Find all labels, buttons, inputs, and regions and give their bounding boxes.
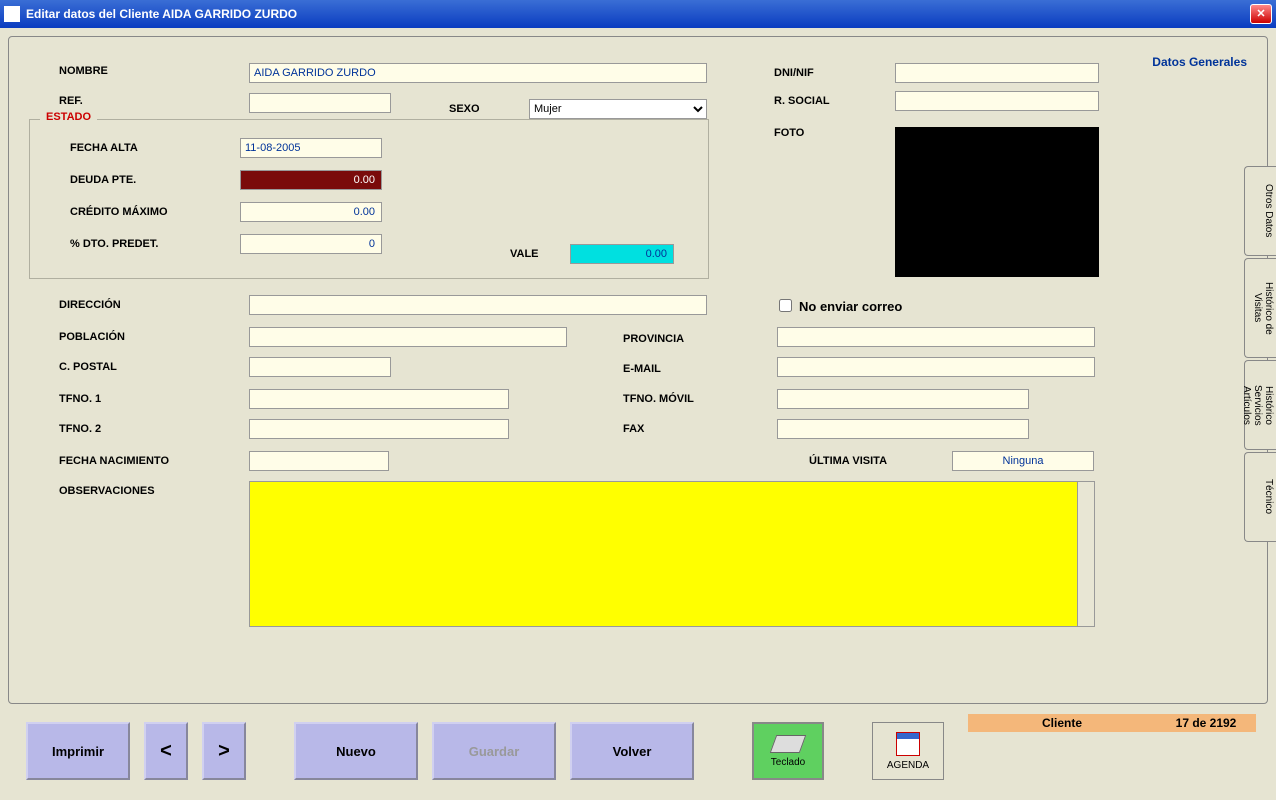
print-button[interactable]: Imprimir (26, 722, 130, 780)
keyboard-label: Teclado (771, 757, 805, 768)
agenda-button[interactable]: AGENDA (872, 722, 944, 780)
label-dto: % DTO. PREDET. (70, 238, 240, 250)
label-tfno2: TFNO. 2 (59, 423, 101, 435)
save-button[interactable]: Guardar (432, 722, 556, 780)
main-panel: Datos Generales NOMBRE DNI/NIF REF. SEXO… (8, 36, 1268, 704)
label-email: E-MAIL (623, 363, 661, 375)
bottom-bar: Cliente 17 de 2192 Imprimir < > Nuevo Gu… (8, 714, 1268, 792)
label-tfnomovil: TFNO. MÓVIL (623, 393, 694, 405)
label-nombre: NOMBRE (59, 65, 229, 77)
app-icon (4, 6, 20, 22)
input-cpostal[interactable] (249, 357, 391, 377)
input-dto[interactable] (240, 234, 382, 254)
new-button[interactable]: Nuevo (294, 722, 418, 780)
input-rsocial[interactable] (895, 91, 1099, 111)
value-ultima-visita: Ninguna (952, 451, 1094, 471)
label-foto: FOTO (774, 127, 804, 139)
label-cpostal: C. POSTAL (59, 361, 117, 373)
side-tabs: Otros Datos Histórico de Visitas Históri… (1244, 166, 1276, 544)
input-tfno1[interactable] (249, 389, 509, 409)
label-fecha-alta: FECHA ALTA (70, 142, 240, 154)
tab-historico-visitas[interactable]: Histórico de Visitas (1244, 258, 1276, 358)
estado-fieldset: ESTADO FECHA ALTA DEUDA PTE. CRÉDITO MÁX… (29, 119, 709, 279)
input-tfno2[interactable] (249, 419, 509, 439)
tab-otros-datos[interactable]: Otros Datos (1244, 166, 1276, 256)
input-direccion[interactable] (249, 295, 707, 315)
label-deuda: DEUDA PTE. (70, 174, 240, 186)
label-vale: VALE (510, 248, 539, 260)
photo-box[interactable] (895, 127, 1099, 277)
input-fnac[interactable] (249, 451, 389, 471)
input-fecha-alta[interactable] (240, 138, 382, 158)
observaciones-scrollbar[interactable] (1077, 481, 1095, 627)
label-tfno1: TFNO. 1 (59, 393, 101, 405)
label-sexo: SEXO (449, 103, 480, 115)
back-button[interactable]: Volver (570, 722, 694, 780)
tab-historico-servicios[interactable]: Histórico Servicios Artículos (1244, 360, 1276, 450)
textarea-observaciones[interactable] (249, 481, 1095, 627)
label-direccion: DIRECCIÓN (59, 299, 121, 311)
estado-legend: ESTADO (40, 111, 97, 123)
keyboard-button[interactable]: Teclado (752, 722, 824, 780)
input-vale[interactable] (570, 244, 674, 264)
input-credito[interactable] (240, 202, 382, 222)
status-label: Cliente (968, 716, 1156, 730)
label-ultima-visita: ÚLTIMA VISITA (809, 455, 887, 467)
input-poblacion[interactable] (249, 327, 567, 347)
label-poblacion: POBLACIÓN (59, 331, 125, 343)
input-dni[interactable] (895, 63, 1099, 83)
select-sexo[interactable]: Mujer (529, 99, 707, 119)
tab-tecnico[interactable]: Técnico (1244, 452, 1276, 542)
checkbox-no-enviar[interactable] (779, 299, 792, 312)
input-email[interactable] (777, 357, 1095, 377)
label-observaciones: OBSERVACIONES (59, 485, 155, 497)
label-no-enviar: No enviar correo (799, 299, 902, 314)
titlebar: Editar datos del Cliente AIDA GARRIDO ZU… (0, 0, 1276, 28)
status-strip: Cliente 17 de 2192 (968, 714, 1256, 732)
label-fax: FAX (623, 423, 644, 435)
keyboard-icon (770, 735, 807, 753)
input-ref[interactable] (249, 93, 391, 113)
next-button[interactable]: > (202, 722, 246, 780)
input-tfnomovil[interactable] (777, 389, 1029, 409)
input-nombre[interactable] (249, 63, 707, 83)
status-count: 17 de 2192 (1156, 716, 1256, 730)
prev-button[interactable]: < (144, 722, 188, 780)
input-deuda[interactable] (240, 170, 382, 190)
input-provincia[interactable] (777, 327, 1095, 347)
window-body: Datos Generales NOMBRE DNI/NIF REF. SEXO… (0, 28, 1276, 800)
input-fax[interactable] (777, 419, 1029, 439)
label-credito: CRÉDITO MÁXIMO (70, 206, 240, 218)
label-dni: DNI/NIF (774, 67, 814, 79)
label-rsocial: R. SOCIAL (774, 95, 830, 107)
label-provincia: PROVINCIA (623, 333, 684, 345)
close-button[interactable]: ✕ (1250, 4, 1272, 24)
calendar-icon (896, 732, 920, 756)
label-fnac: FECHA NACIMIENTO (59, 455, 169, 467)
section-title: Datos Generales (1152, 55, 1247, 69)
label-ref: REF. (59, 95, 229, 107)
agenda-label: AGENDA (887, 760, 929, 771)
window-title: Editar datos del Cliente AIDA GARRIDO ZU… (26, 7, 1250, 21)
